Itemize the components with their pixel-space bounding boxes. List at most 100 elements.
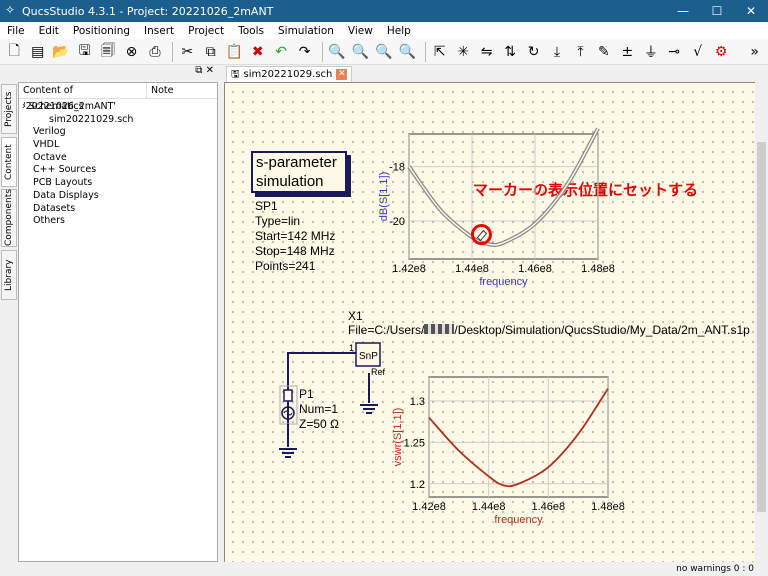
- menu-edit[interactable]: Edit: [32, 25, 66, 37]
- vertical-scrollbar[interactable]: [755, 82, 768, 562]
- toolbar: 🗋 ▤ 📂 🖫 🗐 ⊗ ⎙ ✂ ⧉ 📋 ✖ ↶ ↷ 🔍 🔍 🔍 🔍 ⇱ ✳ ⇋ ⇅ ↻ ⤓ ⤒ ✎ ± ⏚ ⊸ √ ⚙»: [0, 39, 768, 65]
- tree-item[interactable]: Octave: [19, 152, 217, 165]
- close-icon[interactable]: ⊗: [121, 42, 141, 62]
- simulate-icon[interactable]: ⚙: [711, 42, 731, 62]
- print-icon[interactable]: ⎙: [145, 42, 165, 62]
- select-icon[interactable]: ⇱: [430, 42, 450, 62]
- menu-project[interactable]: Project: [181, 25, 231, 37]
- document-tabs: 🖫 sim20221029.sch ✕: [220, 65, 768, 82]
- tree-item[interactable]: Others: [19, 215, 217, 228]
- save-all-icon[interactable]: 🗐: [98, 42, 118, 62]
- title-bar: ✧ QucsStudio 4.3.1 - Project: 20221026_2…: [0, 0, 768, 22]
- expand-arrow-icon[interactable]: ›: [22, 101, 29, 112]
- menu-tools[interactable]: Tools: [231, 25, 271, 37]
- tree-item[interactable]: Data Displays: [19, 190, 217, 203]
- undo-icon[interactable]: ↶: [271, 42, 291, 62]
- plot-frame: [428, 376, 609, 498]
- vtab-library[interactable]: Library: [1, 250, 17, 300]
- close-tab-icon[interactable]: ✕: [336, 69, 348, 80]
- mirror-x-icon[interactable]: ⇋: [476, 42, 496, 62]
- tree-item[interactable]: C++ Sources: [19, 164, 217, 177]
- tree-item-label: sim20221029.sch: [49, 113, 134, 125]
- vtab-projects[interactable]: Projects: [1, 84, 17, 134]
- y-tick-label: -18: [389, 162, 405, 174]
- vtab-components[interactable]: Components: [1, 189, 17, 247]
- delete-icon[interactable]: ✖: [247, 42, 267, 62]
- y-axis-label: vswr(S[1,1]): [392, 408, 404, 467]
- y-tick-label: -20: [389, 216, 405, 228]
- zoom-out-icon[interactable]: 🔍: [397, 42, 417, 62]
- x-tick-label: 1.42e8: [392, 263, 426, 275]
- menu-help[interactable]: Help: [380, 25, 418, 37]
- dock-header: ⧉ ✕: [0, 65, 220, 81]
- wire-icon[interactable]: ✎: [594, 42, 614, 62]
- copy-icon[interactable]: ⧉: [201, 42, 221, 62]
- x-tick-label: 1.44e8: [472, 501, 506, 513]
- close-window-button[interactable]: ✕: [734, 0, 768, 22]
- maximize-button[interactable]: ☐: [700, 0, 734, 22]
- x-axis-label: frequency: [479, 276, 528, 288]
- label-icon[interactable]: ±: [617, 42, 637, 62]
- schematic-canvas[interactable]: s-parameter simulation SP1 Type=lin Start=…: [224, 82, 755, 562]
- x-tick-label: 1.46e8: [532, 501, 566, 513]
- menu-file[interactable]: File: [0, 25, 32, 37]
- tree-item-label: PCB Layouts: [33, 177, 93, 189]
- menu-insert[interactable]: Insert: [137, 25, 181, 37]
- series-line-outer: [407, 127, 600, 247]
- toolbar-separator: [172, 41, 174, 62]
- open-icon[interactable]: 📂: [51, 42, 71, 62]
- port-icon[interactable]: ⊸: [664, 42, 684, 62]
- equation-icon[interactable]: √: [688, 42, 708, 62]
- x-tick-label: 1.46e8: [518, 263, 552, 275]
- column-content: Content of '20221026_2mANT': [19, 83, 147, 112]
- menu-view[interactable]: View: [341, 25, 380, 37]
- leave-subcircuit-icon[interactable]: ⤒: [570, 42, 590, 62]
- toolbar-overflow-button[interactable]: »: [744, 42, 764, 62]
- zoom-in-icon[interactable]: 🔍: [374, 42, 394, 62]
- zoom-fit-icon[interactable]: 🔍: [327, 42, 347, 62]
- tree-item-label: VHDL: [33, 139, 60, 151]
- ground-icon[interactable]: ⏚: [641, 42, 661, 62]
- menu-simulation[interactable]: Simulation: [271, 25, 341, 37]
- cut-icon[interactable]: ✂: [177, 42, 197, 62]
- tree-item[interactable]: sim20221029.sch: [19, 114, 217, 127]
- marker-icon[interactable]: [476, 229, 488, 242]
- tree-item[interactable]: VHDL: [19, 139, 217, 152]
- scroll-thumb[interactable]: [757, 142, 766, 512]
- series-line: [428, 388, 609, 488]
- content-tree: Content of '20221026_2mANT' Note › Schema…: [18, 82, 218, 562]
- chart-1[interactable]: 1.42e8 1.44e8 1.46e8 1.48e8 1.3 1.25 1.2 freque…: [392, 376, 625, 526]
- tab-sim20221029[interactable]: 🖫 sim20221029.sch ✕: [226, 66, 353, 82]
- deactivate-icon[interactable]: ✳: [453, 42, 473, 62]
- tree-item-label: Data Displays: [33, 189, 99, 201]
- enter-subcircuit-icon[interactable]: ⤓: [547, 42, 567, 62]
- tree-item[interactable]: PCB Layouts: [19, 177, 217, 190]
- tree-item[interactable]: Datasets: [19, 203, 217, 216]
- mirror-y-icon[interactable]: ⇅: [500, 42, 520, 62]
- vtab-content[interactable]: Content: [1, 137, 17, 187]
- close-dock-icon[interactable]: ✕: [206, 65, 214, 76]
- zoom-100-icon[interactable]: 🔍: [350, 42, 370, 62]
- tree-item[interactable]: Verilog: [19, 126, 217, 139]
- redo-icon[interactable]: ↷: [294, 42, 314, 62]
- rotate-icon[interactable]: ↻: [523, 42, 543, 62]
- x-tick-label: 1.44e8: [455, 263, 489, 275]
- new-icon[interactable]: 🗋: [4, 42, 24, 62]
- vertical-tabs: Projects Content Components Library: [0, 82, 18, 562]
- paste-icon[interactable]: 📋: [224, 42, 244, 62]
- tree-item[interactable]: › Schematics: [19, 101, 217, 114]
- charts: 1.42e8 1.44e8 1.46e8 1.48e8 -18 -20 frequency d…: [378, 127, 625, 526]
- plot-frame: [408, 133, 599, 260]
- minimize-button[interactable]: —: [666, 0, 700, 22]
- tree-item-label: Octave: [33, 151, 67, 163]
- x-axis-label: frequency: [494, 514, 543, 526]
- menu-positioning[interactable]: Positioning: [66, 25, 137, 37]
- new-text-icon[interactable]: ▤: [27, 42, 47, 62]
- float-icon[interactable]: ⧉: [195, 65, 202, 76]
- toolbar-separator: [424, 41, 426, 62]
- chart-0[interactable]: 1.42e8 1.44e8 1.46e8 1.48e8 -18 -20 frequency d…: [378, 127, 615, 288]
- column-note: Note: [151, 85, 174, 96]
- tab-label: sim20221029.sch: [243, 69, 333, 80]
- status-bar: no warnings 0 : 0: [0, 562, 768, 576]
- save-icon[interactable]: 🖫: [74, 42, 94, 62]
